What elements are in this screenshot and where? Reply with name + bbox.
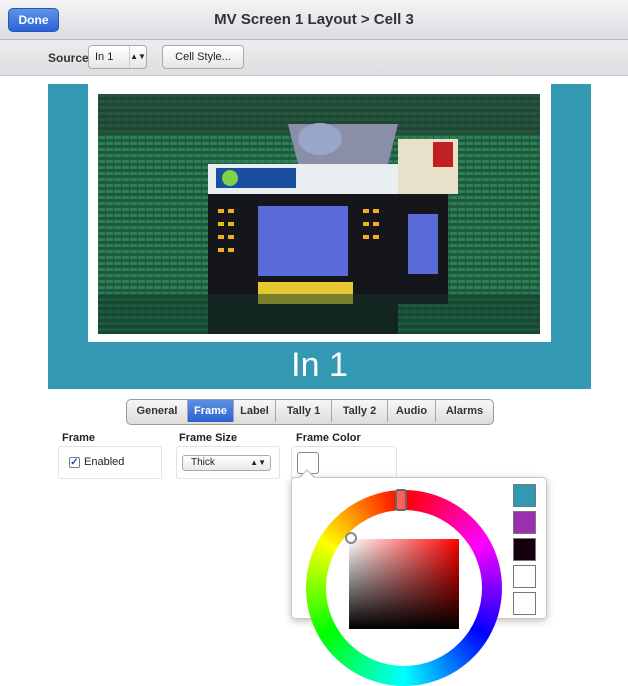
frame-size-value: Thick (191, 457, 215, 468)
enabled-checkbox-label[interactable]: Enabled (84, 456, 124, 468)
tab-frame[interactable]: Frame (188, 400, 234, 422)
scoreboard-illustration (98, 94, 540, 334)
tab-label[interactable]: Label (234, 400, 276, 422)
cell-source-label: In 1 (291, 346, 348, 384)
frame-size-select[interactable]: Thick ▲▼ (182, 455, 271, 471)
cell-frame (88, 84, 551, 342)
hue-handle[interactable] (395, 489, 407, 511)
page-title: MV Screen 1 Layout > Cell 3 (214, 11, 414, 28)
enabled-checkbox[interactable]: ✓ (69, 457, 80, 468)
tab-tally-2[interactable]: Tally 2 (332, 400, 388, 422)
title-bar: Done MV Screen 1 Layout > Cell 3 (0, 0, 628, 40)
saturation-value-square[interactable] (349, 539, 459, 629)
color-picker-popover (291, 477, 547, 686)
tab-general[interactable]: General (127, 400, 188, 422)
source-label: Source (48, 51, 89, 65)
cell-style-button[interactable]: Cell Style... (162, 45, 244, 69)
saturation-value-handle[interactable] (345, 532, 357, 544)
tab-alarms[interactable]: Alarms (436, 400, 493, 422)
select-arrows-icon: ▲▼ (250, 458, 266, 467)
video-feed-image (98, 94, 540, 334)
preset-swatch-teal[interactable] (513, 484, 536, 507)
source-select-value: In 1 (95, 51, 114, 63)
select-arrows-icon: ▲▼ (129, 46, 146, 68)
source-toolbar: Source In 1 ▲▼ Cell Style... (0, 40, 628, 76)
preset-swatch-white-2[interactable] (513, 592, 536, 615)
popover-arrow-inner (299, 471, 315, 479)
cell-preview: In 1 (48, 84, 591, 389)
frame-size-box: Thick ▲▼ (176, 446, 280, 479)
frame-section-label: Frame (62, 432, 96, 444)
source-select[interactable]: In 1 ▲▼ (88, 45, 147, 69)
tab-tally-1[interactable]: Tally 1 (276, 400, 332, 422)
preset-swatch-white-1[interactable] (513, 565, 536, 588)
frame-enabled-box: ✓ Enabled (58, 446, 162, 479)
settings-tab-bar: General Frame Label Tally 1 Tally 2 Audi… (126, 399, 494, 425)
preset-swatch-black[interactable] (513, 538, 536, 561)
tab-audio[interactable]: Audio (388, 400, 436, 422)
frame-color-section-label: Frame Color (296, 432, 361, 444)
preset-swatch-purple[interactable] (513, 511, 536, 534)
frame-size-section-label: Frame Size (179, 432, 238, 444)
